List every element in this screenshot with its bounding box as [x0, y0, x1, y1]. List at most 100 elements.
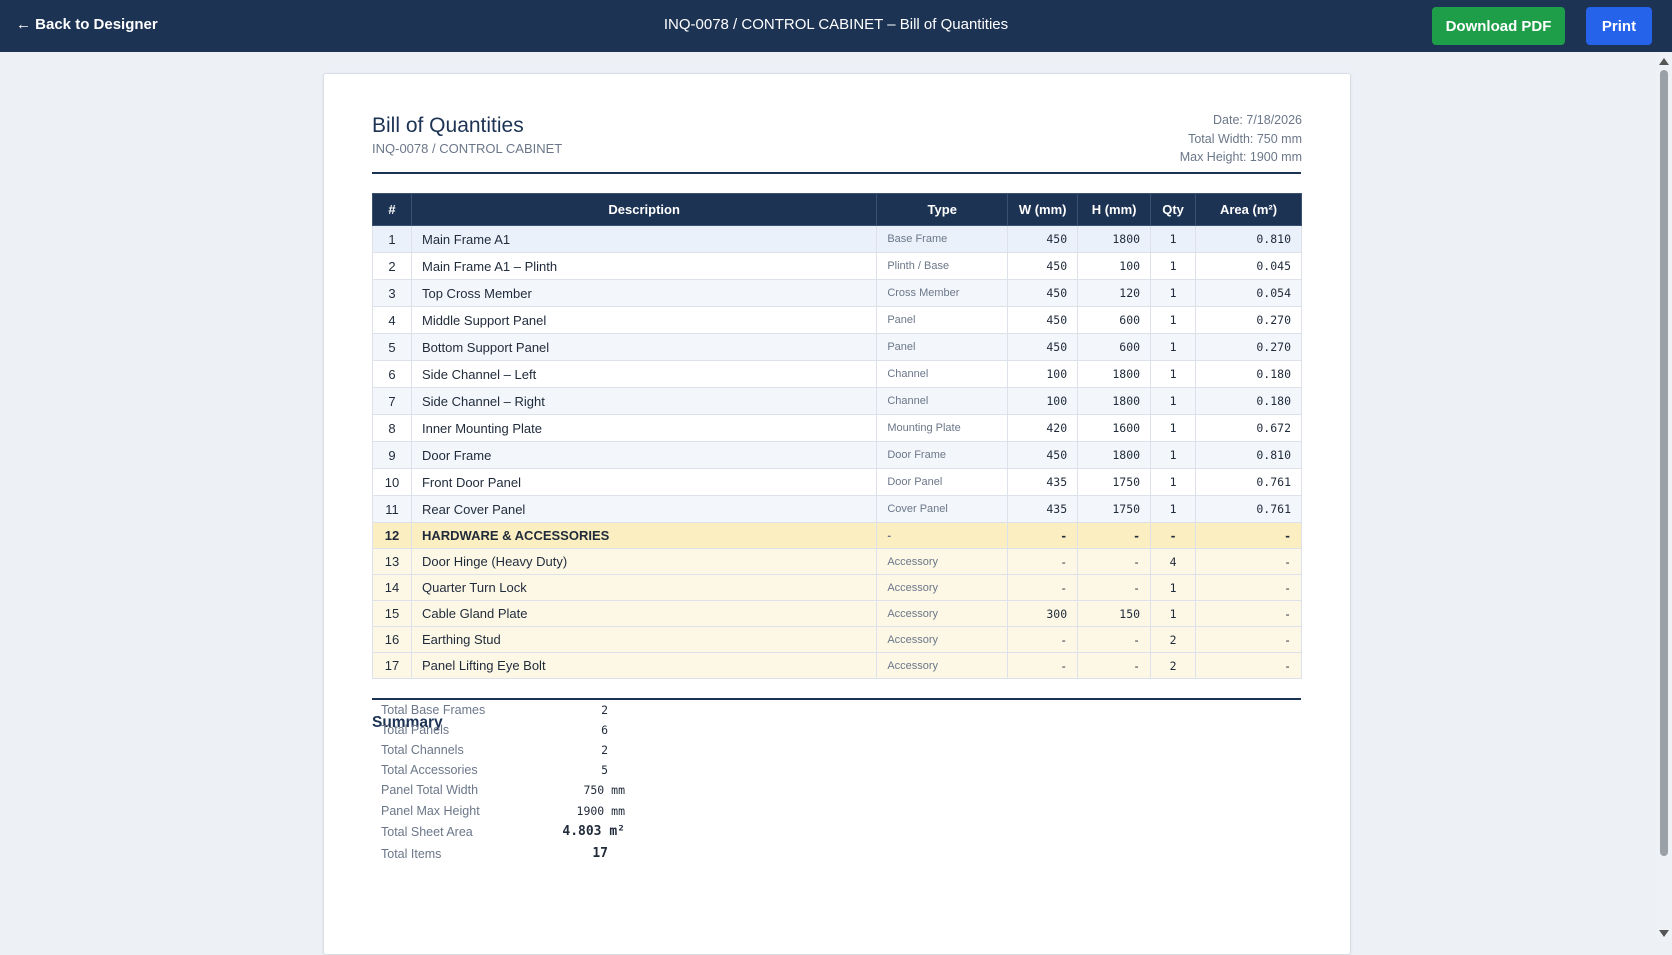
bill-of-quantities-table: # Description Type W (mm) H (mm) Qty Are…: [372, 193, 1302, 679]
row-width: -: [1007, 522, 1079, 549]
row-description: Side Channel – Left: [410, 360, 878, 388]
row-area: 0.672: [1195, 414, 1302, 442]
row-description: Panel Lifting Eye Bolt: [410, 652, 878, 679]
table-row: 6 Side Channel – Left Channel 100 1800 1 0.180: [372, 360, 1302, 388]
page-title: INQ-0078 / CONTROL CABINET – Bill of Qua…: [663, 16, 1009, 33]
table-row: 2 Main Frame A1 – Plinth Plinth / Base 450 1…: [372, 252, 1302, 280]
row-qty: 1: [1150, 360, 1197, 388]
row-height: -: [1077, 522, 1152, 549]
row-number: 12: [372, 522, 412, 549]
row-number: 14: [372, 574, 412, 601]
row-height: 1800: [1077, 441, 1152, 469]
row-qty: 1: [1150, 279, 1197, 307]
document-date: Date: 7/18/2026: [1213, 113, 1302, 127]
row-area: -: [1195, 522, 1302, 549]
table-row: 11 Rear Cover Panel Cover Panel 435 1750 1 0.7…: [372, 495, 1302, 523]
row-width: 450: [1007, 252, 1079, 280]
row-qty: 1: [1150, 387, 1197, 415]
row-description: Side Channel – Right: [410, 387, 878, 415]
row-width: 100: [1007, 360, 1079, 388]
summary-value: 2: [601, 743, 608, 757]
row-description: Earthing Stud: [410, 626, 878, 653]
download-pdf-button[interactable]: Download PDF: [1432, 7, 1565, 45]
summary-label: Total Accessories: [381, 763, 478, 777]
summary-value: 5: [601, 763, 608, 777]
col-header-type: Type: [876, 193, 1009, 226]
row-number: 6: [372, 360, 412, 388]
row-height: 150: [1077, 600, 1152, 627]
row-type: Cross Member: [876, 279, 1009, 307]
row-number: 1: [372, 225, 412, 253]
row-qty: 1: [1150, 600, 1197, 627]
row-width: 450: [1007, 333, 1079, 361]
summary-divider: [372, 698, 1301, 700]
row-area: 0.270: [1195, 306, 1302, 334]
row-type: Channel: [876, 387, 1009, 415]
row-number: 9: [372, 441, 412, 469]
row-description: Top Cross Member: [410, 279, 878, 307]
table-row: 1 Main Frame A1 Base Frame 450 1800 1 0.810: [372, 225, 1302, 253]
row-number: 8: [372, 414, 412, 442]
document-meta: Date: 7/18/2026 Total Width: 750 mm Max …: [1180, 111, 1302, 167]
table-row: 3 Top Cross Member Cross Member 450 120 1 0.05…: [372, 279, 1302, 307]
row-area: 0.761: [1195, 495, 1302, 523]
summary-label: Total Base Frames: [381, 703, 486, 717]
row-width: 100: [1007, 387, 1079, 415]
row-height: 600: [1077, 306, 1152, 334]
row-qty: 1: [1150, 306, 1197, 334]
row-area: 0.810: [1195, 441, 1302, 469]
table-row: 8 Inner Mounting Plate Mounting Plate 420 16…: [372, 414, 1302, 442]
row-width: -: [1007, 652, 1079, 679]
row-qty: 1: [1150, 333, 1197, 361]
row-type: Accessory: [876, 600, 1009, 627]
row-width: 450: [1007, 441, 1079, 469]
row-height: 120: [1077, 279, 1152, 307]
print-button[interactable]: Print: [1586, 7, 1652, 45]
row-qty: 1: [1150, 225, 1197, 253]
row-number: 17: [372, 652, 412, 679]
row-area: 0.180: [1195, 360, 1302, 388]
summary-label: Total Panels: [381, 723, 450, 737]
row-number: 3: [372, 279, 412, 307]
summary-value: 17: [592, 846, 608, 861]
summary-label: Panel Max Height: [381, 804, 480, 818]
row-type: Accessory: [876, 652, 1009, 679]
row-height: -: [1077, 626, 1152, 653]
row-description: Door Hinge (Heavy Duty): [410, 548, 878, 575]
table-row: 10 Front Door Panel Door Panel 435 1750 1 0.76…: [372, 468, 1302, 496]
row-width: 450: [1007, 225, 1079, 253]
row-area: -: [1195, 652, 1302, 679]
table-row: 15 Cable Gland Plate Accessory 300 150 1-: [372, 600, 1302, 627]
vertical-scrollbar[interactable]: [1656, 52, 1672, 941]
table-row: 7 Side Channel – Right Channel 100 1800 1 0.18…: [372, 387, 1302, 415]
row-area: 0.270: [1195, 333, 1302, 361]
row-description: Quarter Turn Lock: [410, 574, 878, 601]
row-qty: 2: [1150, 652, 1197, 679]
row-description: Front Door Panel: [410, 468, 878, 496]
row-description: Rear Cover Panel: [410, 495, 878, 523]
row-height: 100: [1077, 252, 1152, 280]
row-height: -: [1077, 574, 1152, 601]
scrollbar-thumb[interactable]: [1660, 70, 1668, 856]
row-area: 0.045: [1195, 252, 1302, 280]
row-width: 435: [1007, 495, 1079, 523]
row-qty: 2: [1150, 626, 1197, 653]
row-description: Door Frame: [410, 441, 878, 469]
row-type: Accessory: [876, 574, 1009, 601]
table-row: 9 Door Frame Door Frame 450 1800 1 0.810: [372, 441, 1302, 469]
row-height: 1800: [1077, 225, 1152, 253]
scroll-down-arrow-icon[interactable]: [1659, 930, 1669, 937]
summary-value: 750 mm: [583, 783, 625, 797]
row-qty: 1: [1150, 574, 1197, 601]
table-body: 1 Main Frame A1 Base Frame 450 1800 1 0.810 2 Ma…: [372, 225, 1302, 679]
row-width: -: [1007, 548, 1079, 575]
table-row: 4 Middle Support Panel Panel 450 600 1 0.270: [372, 306, 1302, 334]
summary-value: 4.803 m²: [562, 824, 625, 839]
row-description: Middle Support Panel: [410, 306, 878, 334]
table-row: 17 Panel Lifting Eye Bolt Accessory - -2-: [372, 652, 1302, 679]
summary-label: Total Channels: [381, 743, 464, 757]
row-height: 600: [1077, 333, 1152, 361]
row-number: 11: [372, 495, 412, 523]
scroll-up-arrow-icon[interactable]: [1659, 58, 1669, 65]
row-type: Accessory: [876, 548, 1009, 575]
